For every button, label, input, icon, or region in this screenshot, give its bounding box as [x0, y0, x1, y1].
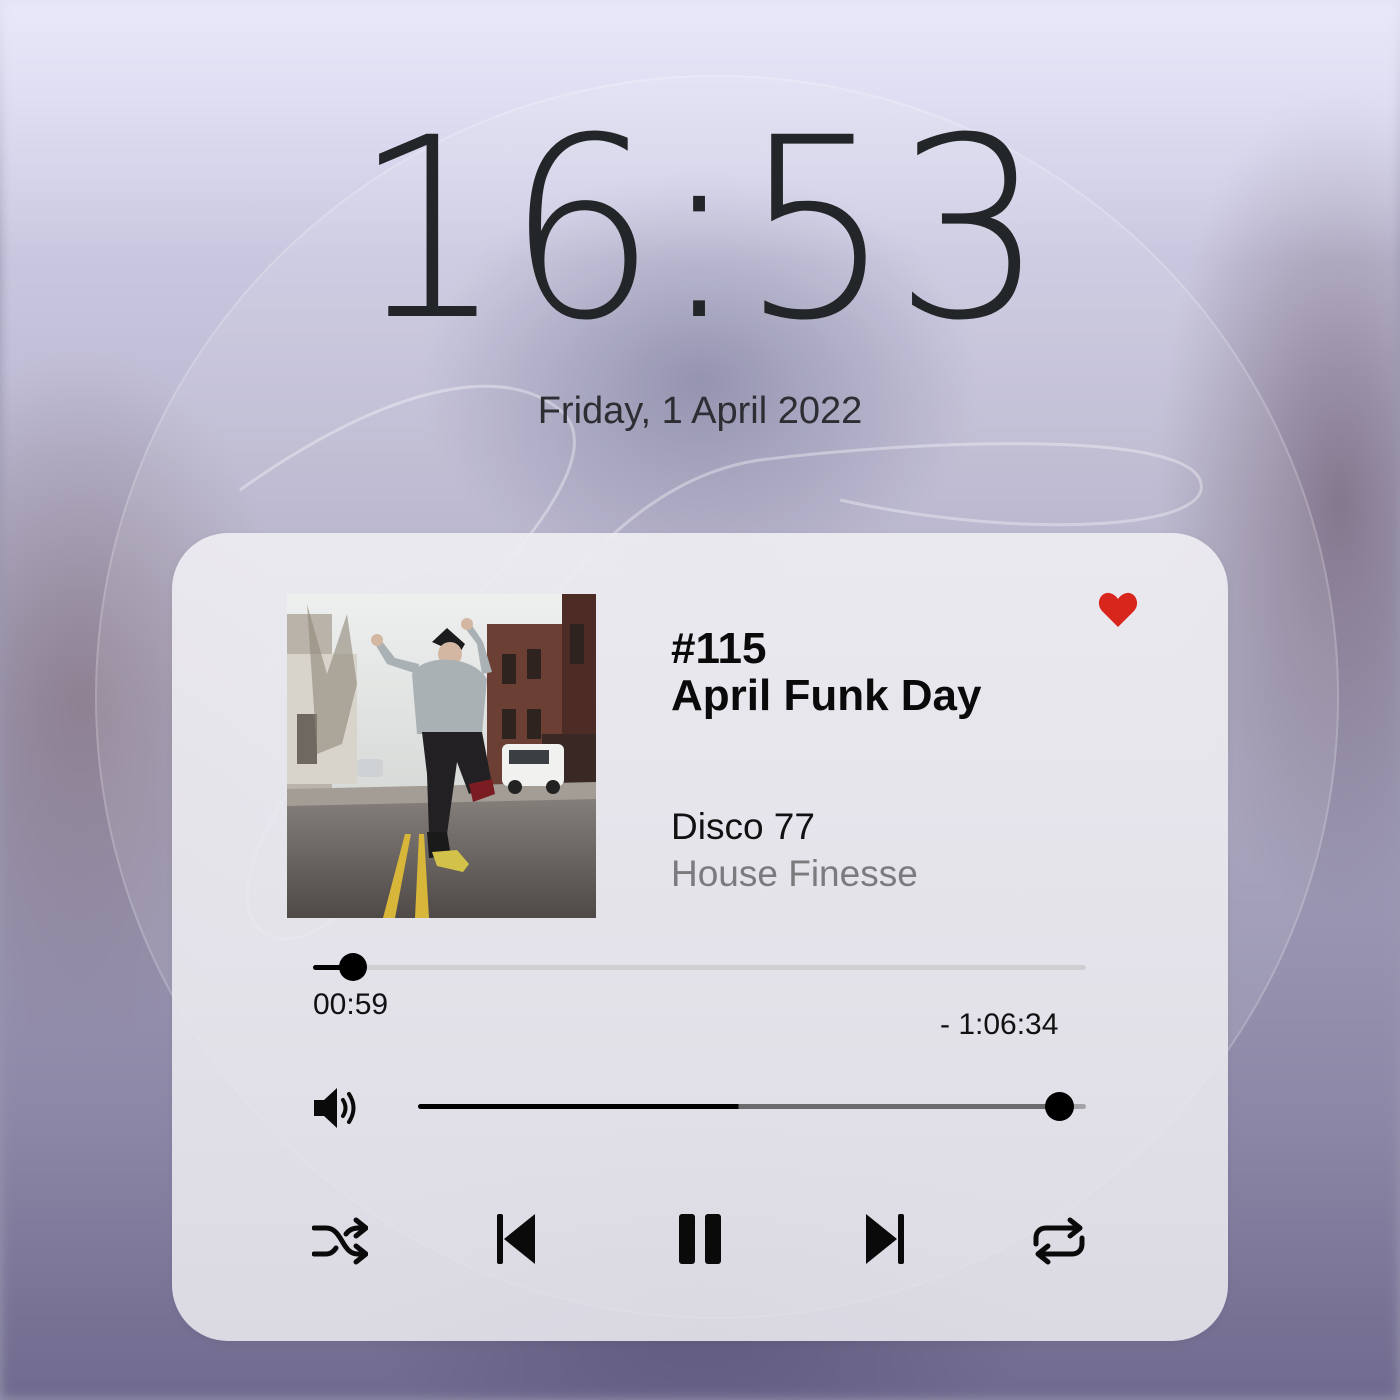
remaining-time: - 1:06:34 — [940, 1008, 1059, 1041]
pause-icon — [679, 1214, 721, 1264]
volume-slider[interactable] — [418, 1092, 1086, 1121]
lockscreen-clock: 16:53 — [353, 84, 1047, 375]
progress-bar[interactable] — [313, 953, 1086, 981]
next-button[interactable] — [865, 1212, 905, 1270]
artist-name: Disco 77 — [671, 806, 815, 847]
shuffle-icon — [312, 1217, 368, 1265]
episode-number: #115 — [671, 624, 767, 673]
shuffle-button[interactable] — [312, 1216, 368, 1274]
previous-button[interactable] — [496, 1212, 536, 1270]
elapsed-time: 00:59 — [313, 988, 389, 1021]
album-name: House Finesse — [671, 853, 918, 894]
volume-fill — [418, 1104, 1060, 1109]
repeat-icon — [1033, 1217, 1085, 1265]
pause-button[interactable] — [677, 1212, 723, 1270]
lockscreen-date: Friday, 1 April 2022 — [537, 390, 863, 432]
track-title: April Funk Day — [671, 671, 982, 720]
speaker-volume-icon[interactable] — [312, 1085, 362, 1131]
heart-icon[interactable] — [1098, 592, 1138, 628]
skip-back-icon — [497, 1214, 535, 1264]
repeat-button[interactable] — [1032, 1216, 1086, 1274]
progress-scrubber[interactable] — [339, 953, 368, 981]
album-art — [287, 594, 596, 918]
skip-forward-icon — [866, 1214, 904, 1264]
